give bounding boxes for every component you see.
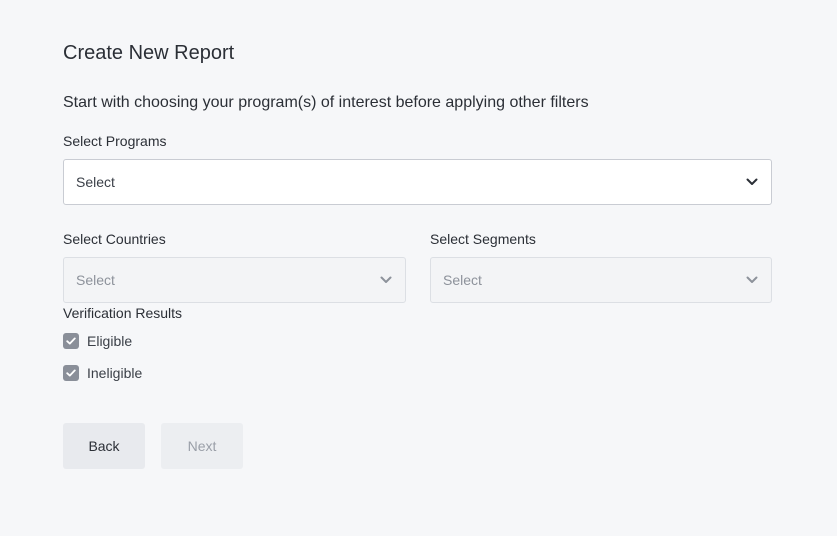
verification-label: Verification Results	[63, 305, 183, 321]
next-button[interactable]: Next	[161, 423, 243, 469]
back-button[interactable]: Back	[63, 423, 145, 469]
checkbox-eligible-label: Eligible	[87, 333, 133, 349]
checkbox-eligible[interactable]: Eligible	[63, 331, 132, 351]
chevron-down-icon	[379, 273, 393, 287]
programs-select-value: Select	[76, 174, 115, 190]
segments-select[interactable]: Select	[430, 257, 772, 303]
programs-label: Select Programs	[63, 133, 167, 149]
countries-label: Select Countries	[63, 231, 166, 247]
chevron-down-icon	[745, 273, 759, 287]
page-subtitle: Start with choosing your program(s) of i…	[63, 94, 589, 111]
check-icon[interactable]	[63, 365, 79, 381]
checkbox-ineligible[interactable]: Ineligible	[63, 363, 142, 383]
countries-select-value: Select	[76, 272, 115, 288]
checkbox-ineligible-label: Ineligible	[87, 365, 143, 381]
chevron-down-icon	[745, 175, 759, 189]
check-icon[interactable]	[63, 333, 79, 349]
segments-select-value: Select	[443, 272, 482, 288]
page-title: Create New Report	[63, 42, 235, 64]
programs-select[interactable]: Select	[63, 159, 772, 205]
countries-select[interactable]: Select	[63, 257, 406, 303]
segments-label: Select Segments	[430, 231, 536, 247]
